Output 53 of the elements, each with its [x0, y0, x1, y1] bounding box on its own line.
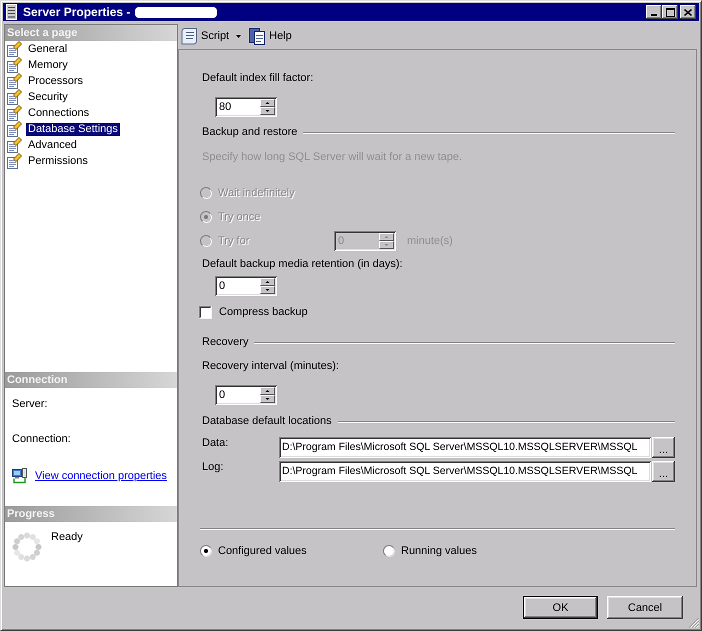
progress-status: Ready: [51, 531, 83, 544]
spinner-icon: [12, 532, 42, 562]
radio-option[interactable]: Configured values: [200, 543, 307, 559]
spin-box[interactable]: 0: [215, 385, 277, 405]
section-heading: Backup and restore: [202, 126, 298, 139]
spin-box[interactable]: 80: [215, 97, 277, 117]
toolbar-button[interactable]: Script: [181, 26, 242, 46]
network-computers-icon: [12, 468, 28, 484]
spin-arrows-icon[interactable]: [260, 278, 275, 294]
close-button[interactable]: [680, 5, 696, 19]
toolbar-button[interactable]: Help: [249, 26, 292, 46]
server-tower-icon: [6, 4, 17, 20]
maximize-button[interactable]: [662, 5, 678, 19]
close-icon: [684, 8, 692, 16]
field-label: Data:: [202, 437, 228, 449]
field-label: Default index fill factor:: [202, 72, 314, 85]
connection-field-label: Connection:: [12, 433, 71, 445]
scroll-icon: [181, 28, 197, 45]
connection-properties-link[interactable]: View connection properties: [12, 468, 167, 484]
minimize-icon: [651, 14, 657, 16]
field-label: Default backup media retention (in days):: [202, 258, 403, 271]
dialog-button[interactable]: Cancel: [607, 596, 683, 619]
path-field[interactable]: D:\Program Files\Microsoft SQL Server\MSSQL10.MSSQLSERVER\MSSQL: [279, 461, 651, 482]
section-header: Select a page: [5, 25, 177, 41]
path-field[interactable]: D:\Program Files\Microsoft SQL Server\MSSQL10.MSSQLSERVER\MSSQL: [279, 437, 651, 458]
radio-icon[interactable]: [383, 545, 395, 557]
page-list-item[interactable]: Permissions: [26, 154, 90, 168]
maximize-icon: [666, 8, 674, 16]
section-header: Connection: [5, 372, 177, 388]
dialog-button[interactable]: OK: [523, 596, 598, 619]
section-heading: Database default locations: [202, 415, 332, 428]
page-list-item[interactable]: Advanced: [26, 138, 79, 152]
page-list-item[interactable]: Security: [26, 90, 70, 104]
section-heading: Recovery: [202, 336, 248, 349]
minimize-button[interactable]: [646, 5, 662, 19]
page-list-item[interactable]: Memory: [26, 58, 70, 72]
browse-button[interactable]: ...: [652, 437, 675, 458]
radio-icon[interactable]: [200, 545, 212, 557]
spin-arrows-icon[interactable]: [260, 99, 275, 115]
page-list-item[interactable]: Processors: [26, 74, 86, 88]
page-list-item[interactable]: General: [26, 42, 70, 56]
section-header: Progress: [5, 506, 177, 522]
page-list-item[interactable]: Database Settings: [26, 122, 120, 136]
connection-field-label: Server:: [12, 398, 48, 410]
book-icon: [249, 28, 266, 45]
field-label: Log:: [202, 461, 224, 473]
resize-grip-icon[interactable]: [689, 618, 699, 628]
page-list-item[interactable]: Connections: [26, 106, 92, 120]
browse-button[interactable]: ...: [652, 461, 675, 482]
field-label: Recovery interval (minutes):: [202, 360, 339, 373]
window-title: Server Properties -: [23, 5, 130, 19]
spin-arrows-icon[interactable]: [260, 387, 275, 403]
radio-option[interactable]: Running values: [383, 543, 477, 559]
